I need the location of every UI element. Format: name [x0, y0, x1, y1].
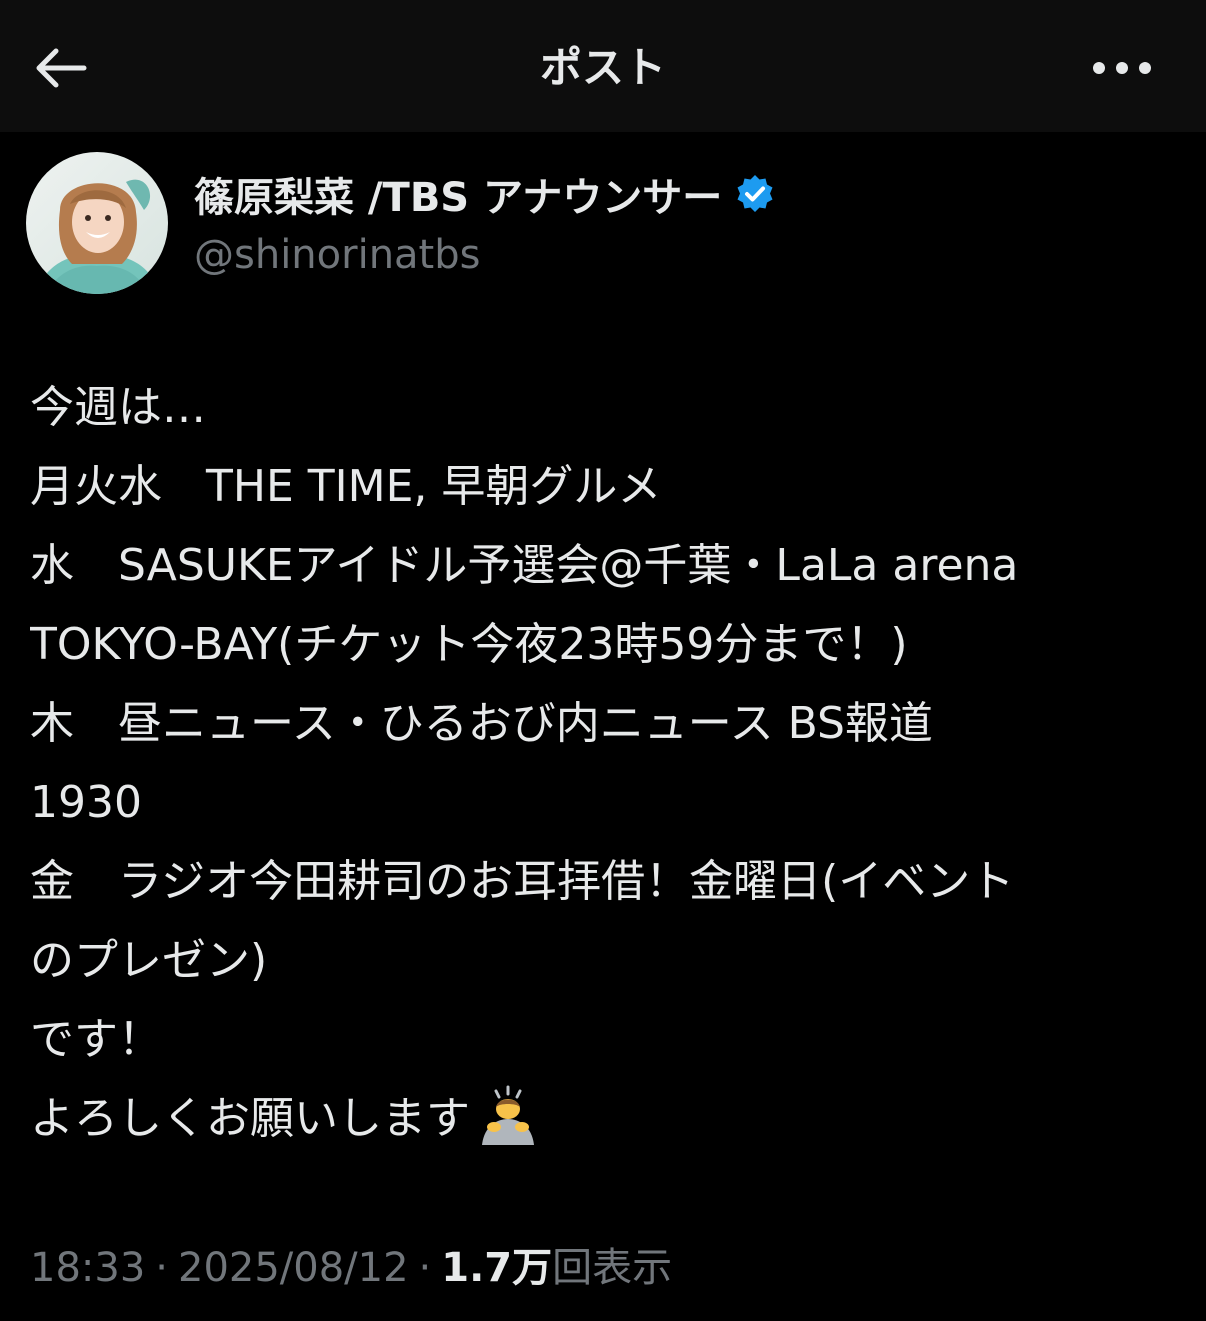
avatar-photo [26, 152, 168, 294]
post-text: 今週は… 月火水 THE TIME, 早朝グルメ 水 SASUKEアイドル予選会… [30, 368, 1180, 1158]
meta-separator: · [418, 1245, 432, 1291]
post-line: TOKYO-BAY(チケット今夜23時59分まで！) [30, 619, 908, 670]
more-horizontal-icon [1093, 62, 1151, 74]
person-bowing-emoji-icon [476, 1083, 540, 1147]
page-title: ポスト [539, 43, 666, 92]
post-time[interactable]: 18:33 [30, 1245, 145, 1291]
top-navigation-bar: ポスト [0, 0, 1206, 132]
post-line: 金 ラジオ今田耕司のお耳拝借！金曜日(イベント [30, 856, 1015, 907]
verified-badge-icon [734, 173, 776, 215]
post-line-last: よろしくお願いします [30, 1079, 1180, 1158]
post-date[interactable]: 2025/08/12 [178, 1245, 409, 1291]
post-line: 今週は… [30, 382, 206, 433]
post-line: です！ [30, 1014, 162, 1065]
post-metadata: 18:33 · 2025/08/12 · 1.7万回表示 [30, 1238, 672, 1298]
post-line: のプレゼン) [30, 935, 268, 986]
author-display-name[interactable]: 篠原梨菜 /TBS アナウンサー [194, 166, 776, 222]
views-label: 回表示 [552, 1245, 673, 1291]
more-options-button[interactable] [1086, 36, 1158, 100]
post-line: 木 昼ニュース・ひるおび内ニュース BS報道 [30, 698, 933, 749]
author-name-text: 篠原梨菜 /TBS アナウンサー [194, 175, 723, 221]
meta-separator: · [155, 1245, 168, 1291]
author-avatar[interactable] [26, 152, 168, 294]
post-line: 水 SASUKEアイドル予選会@千葉・LaLa arena [30, 540, 1019, 591]
views-count[interactable]: 1.7万 [441, 1245, 552, 1291]
post-line: 月火水 THE TIME, 早朝グルメ [30, 461, 662, 512]
post-line-text: よろしくお願いします [30, 1093, 470, 1144]
author-handle[interactable]: @shinorinatbs [194, 228, 480, 282]
post-line: 1930 [30, 777, 142, 828]
